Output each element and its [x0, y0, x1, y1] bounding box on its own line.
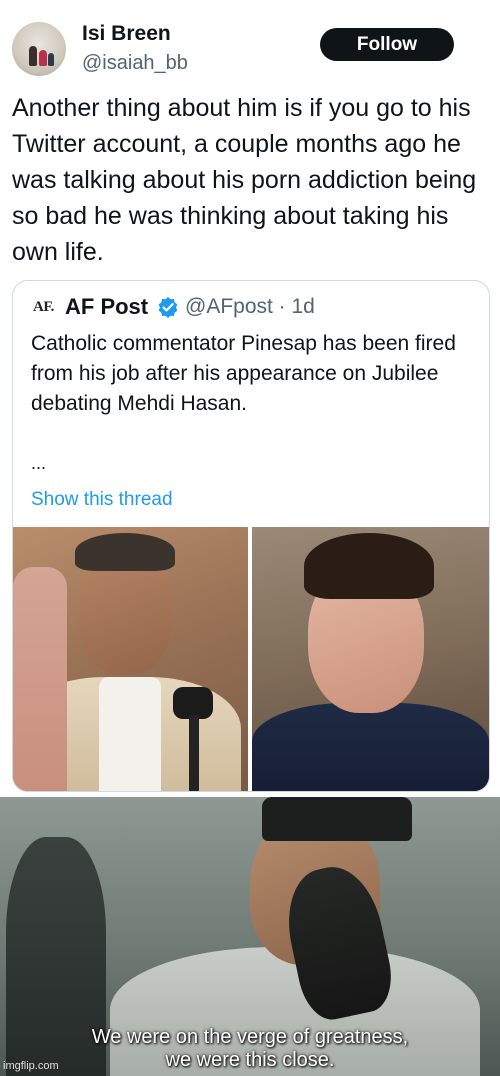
person-hair — [75, 533, 175, 571]
meme-caption-line-1: We were on the verge of greatness, — [91, 1026, 409, 1048]
quoted-tweet[interactable]: AF. AF Post @AFpost · 1d Catholic commen… — [12, 280, 490, 792]
show-thread-link[interactable]: Show this thread — [31, 489, 173, 511]
quoted-photo-right[interactable] — [252, 527, 489, 791]
quoted-display-name[interactable]: AF Post — [65, 294, 148, 320]
tweet-card: Isi Breen @isaiah_bb Follow Another thin… — [0, 0, 500, 797]
avatar[interactable] — [12, 22, 66, 76]
person-shirt — [99, 677, 161, 791]
meme-image: We were on the verge of greatness, we we… — [0, 797, 500, 1076]
avatar-figure — [39, 50, 47, 66]
follow-button[interactable]: Follow — [320, 28, 454, 61]
person-hair — [304, 533, 434, 599]
meme-caption-line-2: we were this close. — [165, 1049, 335, 1071]
user-handle[interactable]: @isaiah_bb — [82, 52, 188, 75]
avatar-figure — [48, 53, 54, 66]
man-cap — [262, 797, 412, 841]
microphone-stand — [189, 715, 199, 791]
imgflip-watermark: imgflip.com — [3, 1060, 59, 1072]
person-body — [252, 703, 489, 791]
screenshot: Isi Breen @isaiah_bb Follow Another thin… — [0, 0, 500, 1076]
quoted-tweet-text: Catholic commentator Pinesap has been fi… — [31, 332, 456, 415]
tweet-text: Another thing about him is if you go to … — [12, 94, 477, 266]
quoted-photo-left[interactable] — [13, 527, 248, 791]
quoted-handle-and-time[interactable]: @AFpost · 1d — [185, 295, 315, 319]
background-person — [13, 567, 67, 791]
truncation-ellipsis: ... — [31, 453, 47, 473]
verified-badge-icon — [158, 297, 178, 318]
quoted-account-logo[interactable]: AF. — [33, 299, 54, 316]
display-name[interactable]: Isi Breen — [82, 22, 171, 46]
avatar-figure — [29, 46, 37, 66]
